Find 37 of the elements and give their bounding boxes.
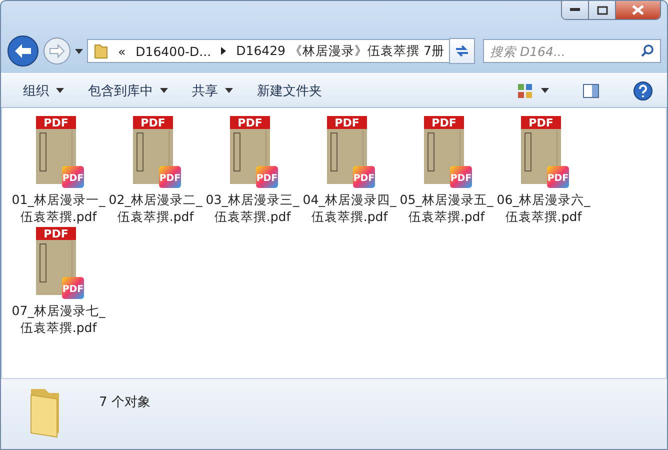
maximize-icon: [596, 6, 608, 14]
search-icon: [641, 44, 654, 57]
chevron-icon: [221, 47, 226, 55]
refresh-icon: [454, 44, 470, 58]
file-name[interactable]: 05_林居漫录五_伍袁萃撰.pdf: [398, 191, 495, 225]
caret-icon: [225, 88, 233, 93]
toolbar-button[interactable]: 新建文件夹: [249, 78, 330, 104]
file-name[interactable]: 03_林居漫录三_伍袁萃撰.pdf: [204, 191, 301, 225]
file-name[interactable]: 01_林居漫录一_伍袁萃撰.pdf: [10, 191, 107, 225]
file-name[interactable]: 02_林居漫录二_伍袁萃撰.pdf: [107, 191, 204, 225]
view-icon[interactable]: [517, 82, 533, 98]
toolbar-button[interactable]: 共享: [184, 78, 241, 104]
status-text: 7 个对象: [99, 394, 150, 411]
maximize-button[interactable]: [589, 1, 616, 19]
close-button[interactable]: [616, 1, 660, 19]
toolbar-button[interactable]: 包含到库中: [80, 78, 176, 104]
minimize-icon: [570, 8, 580, 12]
caret-icon: [160, 88, 168, 93]
breadcrumb[interactable]: D16400-D...: [136, 44, 212, 58]
refresh-button[interactable]: [449, 38, 475, 64]
folder-icon: [94, 43, 108, 59]
minimize-button[interactable]: [562, 1, 589, 19]
file-name[interactable]: 07_林居漫录七_伍袁萃撰.pdf: [10, 302, 107, 336]
file-name[interactable]: 06_林居漫录六_伍袁萃撰.pdf: [495, 191, 592, 225]
toolbar-button[interactable]: 组织: [15, 78, 72, 104]
help-icon[interactable]: [633, 80, 653, 100]
history-caret-icon: [75, 48, 83, 54]
caret-icon: [56, 88, 64, 93]
view-caret-icon: [541, 88, 549, 93]
breadcrumb-overflow[interactable]: «: [118, 44, 126, 58]
file-name[interactable]: 04_林居漫录四_伍袁萃撰.pdf: [301, 191, 398, 225]
back-button[interactable]: [7, 35, 39, 67]
breadcrumb[interactable]: D16429 《林居漫录》伍袁萃撰 7册: [236, 42, 444, 60]
preview-pane-icon[interactable]: [583, 82, 599, 98]
address-bar[interactable]: « D16400-D... D16429 《林居漫录》伍袁萃撰 7册: [87, 39, 450, 63]
search-field[interactable]: 搜索 D164...: [483, 39, 661, 63]
close-icon: [632, 5, 644, 15]
